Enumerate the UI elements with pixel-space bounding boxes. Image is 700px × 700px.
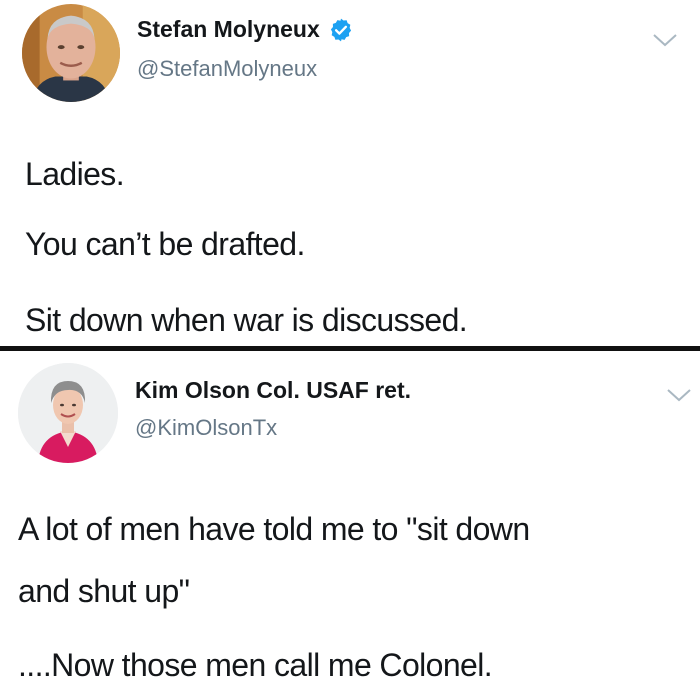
tweet-stefan-molyneux[interactable]: Stefan Molyneux @StefanMolyneux Ladies. … <box>0 0 700 347</box>
avatar[interactable] <box>22 4 120 102</box>
tweet-text-line: ....Now those men call me Colonel. <box>18 647 493 683</box>
author-handle[interactable]: @StefanMolyneux <box>137 56 317 82</box>
author-name[interactable]: Kim Olson Col. USAF ret. <box>135 377 411 404</box>
tweet-text-line: Ladies. <box>25 156 125 192</box>
chevron-down-icon[interactable] <box>652 32 678 48</box>
tweet-text-line: You can’t be drafted. <box>25 226 305 262</box>
verified-badge-icon <box>328 17 354 43</box>
tweet-text-line: A lot of men have told me to "sit down <box>18 511 530 547</box>
tweet-text-line: Sit down when war is discussed. <box>25 302 468 338</box>
avatar[interactable] <box>18 363 118 463</box>
chevron-down-icon[interactable] <box>666 387 692 403</box>
tweet-kim-olson[interactable]: Kim Olson Col. USAF ret. @KimOlsonTx A l… <box>0 351 700 700</box>
tweet-text-line: and shut up" <box>18 573 190 609</box>
author-handle[interactable]: @KimOlsonTx <box>135 415 277 441</box>
author-name[interactable]: Stefan Molyneux <box>137 16 320 43</box>
